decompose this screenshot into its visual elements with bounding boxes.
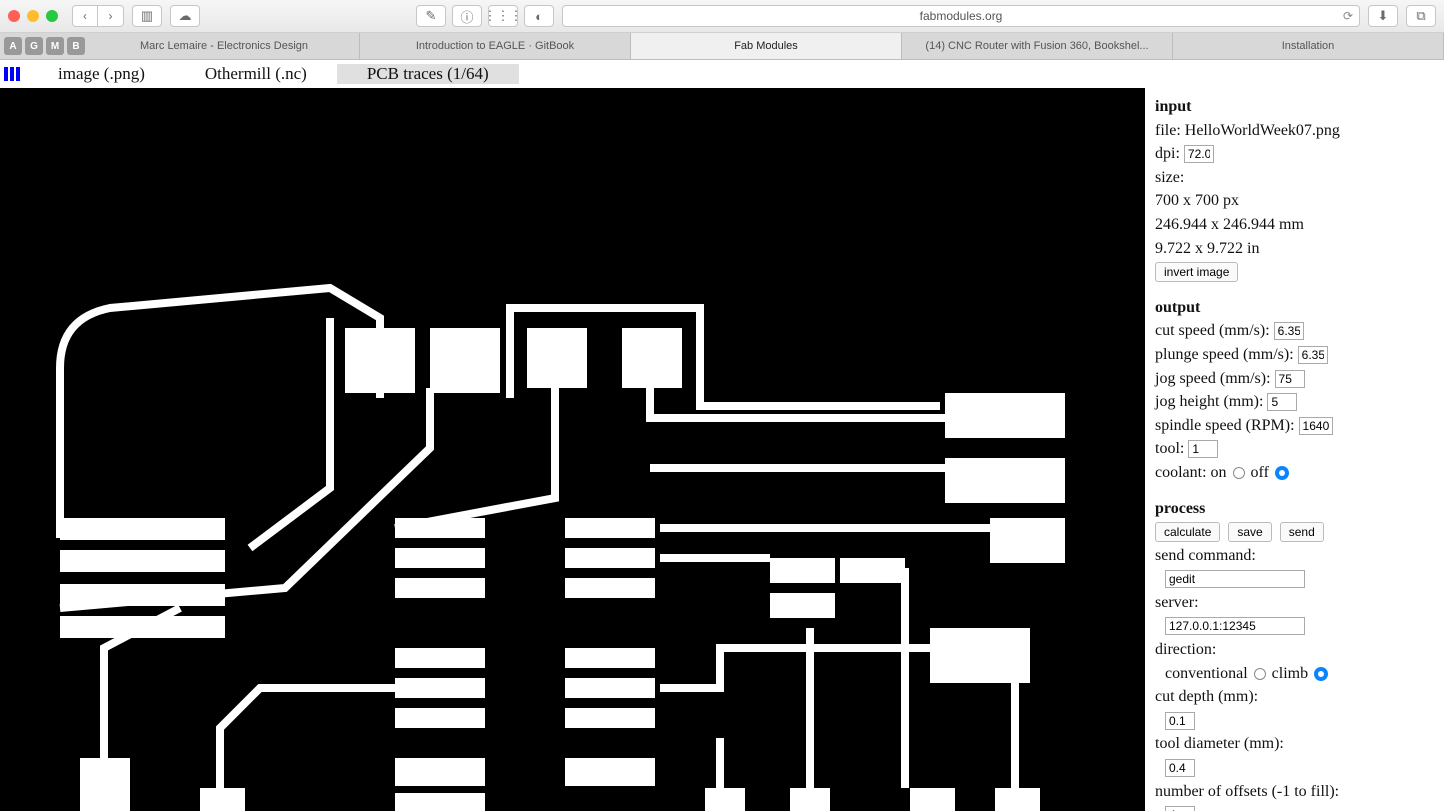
download-button[interactable]: ⬇ [1368,5,1398,27]
bookmark-b[interactable]: B [67,37,85,55]
coolant-off-label: off [1251,464,1269,481]
plunge-speed-label: plunge speed (mm/s): [1155,346,1294,363]
bookmark-a[interactable]: A [4,37,22,55]
sidebar-toggle-button[interactable]: ▥ [132,5,162,27]
forward-button[interactable]: › [98,5,124,27]
tab-2[interactable]: Fab Modules [631,33,902,59]
send-cmd-input[interactable] [1165,570,1305,588]
coolant-off-radio[interactable] [1275,466,1289,480]
direction-label: direction: [1155,639,1434,661]
tab-1[interactable]: Introduction to EAGLE · GitBook [360,33,631,59]
calculate-button[interactable]: calculate [1155,522,1220,542]
save-button[interactable]: save [1228,522,1271,542]
file-label: file: [1155,122,1181,139]
jog-height-input[interactable] [1267,393,1297,411]
module-process[interactable]: PCB traces (1/64) [337,64,519,84]
tabs-button[interactable]: ⧉ [1406,5,1436,27]
jog-speed-label: jog speed (mm/s): [1155,370,1271,387]
info-icon[interactable]: ⓘ [452,5,482,27]
bookmark-bar: A G M B [0,33,89,59]
tab-4[interactable]: Installation [1173,33,1444,59]
edit-icon[interactable]: ✎ [416,5,446,27]
dir-conv-label: conventional [1165,665,1248,682]
coolant-on-label: on [1211,464,1227,481]
dpi-label: dpi: [1155,145,1180,162]
window-controls[interactable] [8,10,58,22]
process-heading: process [1155,500,1205,517]
size-px: 700 x 700 px [1155,190,1434,212]
coolant-on-radio[interactable] [1233,467,1245,479]
dir-conv-radio[interactable] [1254,668,1266,680]
plunge-speed-input[interactable] [1298,346,1328,364]
cloud-button[interactable]: ☁ [170,5,200,27]
tool-label: tool: [1155,440,1184,457]
spindle-input[interactable] [1299,417,1333,435]
send-cmd-label: send command: [1155,545,1434,567]
back-button[interactable]: ‹ [72,5,98,27]
tab-bar: A G M B Marc Lemaire - Electronics Desig… [0,33,1444,60]
tool-dia-input[interactable] [1165,759,1195,777]
jog-height-label: jog height (mm): [1155,393,1263,410]
pcb-canvas[interactable] [0,88,1145,811]
offsets-input[interactable] [1165,806,1195,811]
fab-logo-icon [4,67,24,81]
bookmark-m[interactable]: M [46,37,64,55]
server-input[interactable] [1165,617,1305,635]
offsets-label: number of offsets (-1 to fill): [1155,781,1434,803]
dir-climb-label: climb [1272,665,1308,682]
address-bar[interactable]: fabmodules.org ⟳ [562,5,1360,27]
coolant-label: coolant: [1155,464,1207,481]
grid-icon[interactable]: ⋮⋮⋮ [488,5,518,27]
browser-chrome: ‹ › ▥ ☁ ✎ ⓘ ⋮⋮⋮ ◐ fabmodules.org ⟳ ⬇ ⧉ [0,0,1444,33]
pcb-traces-svg [0,88,1145,811]
half-icon[interactable]: ◐ [524,5,554,27]
tab-3[interactable]: (14) CNC Router with Fusion 360, Bookshe… [902,33,1173,59]
size-label: size: [1155,169,1184,186]
spindle-label: spindle speed (RPM): [1155,417,1295,434]
output-heading: output [1155,299,1200,316]
cut-depth-input[interactable] [1165,712,1195,730]
module-input[interactable]: image (.png) [28,64,175,84]
cut-depth-label: cut depth (mm): [1155,686,1434,708]
send-button[interactable]: send [1280,522,1324,542]
tab-0[interactable]: Marc Lemaire - Electronics Design [89,33,360,59]
invert-image-button[interactable]: invert image [1155,262,1238,282]
size-in: 9.722 x 9.722 in [1155,238,1434,260]
settings-panel: input file: HelloWorldWeek07.png dpi: si… [1145,88,1444,811]
module-output[interactable]: Othermill (.nc) [175,64,337,84]
size-mm: 246.944 x 246.944 mm [1155,214,1434,236]
cut-speed-input[interactable] [1274,322,1304,340]
dir-climb-radio[interactable] [1314,667,1328,681]
bookmark-g[interactable]: G [25,37,43,55]
cut-speed-label: cut speed (mm/s): [1155,322,1270,339]
tool-input[interactable] [1188,440,1218,458]
url-text: fabmodules.org [920,9,1003,23]
input-heading: input [1155,98,1191,115]
module-bar: image (.png) Othermill (.nc) PCB traces … [0,60,1444,88]
tool-dia-label: tool diameter (mm): [1155,733,1434,755]
file-value: HelloWorldWeek07.png [1185,122,1340,139]
jog-speed-input[interactable] [1275,370,1305,388]
reload-icon[interactable]: ⟳ [1343,9,1353,23]
server-label: server: [1155,592,1434,614]
dpi-input[interactable] [1184,145,1214,163]
